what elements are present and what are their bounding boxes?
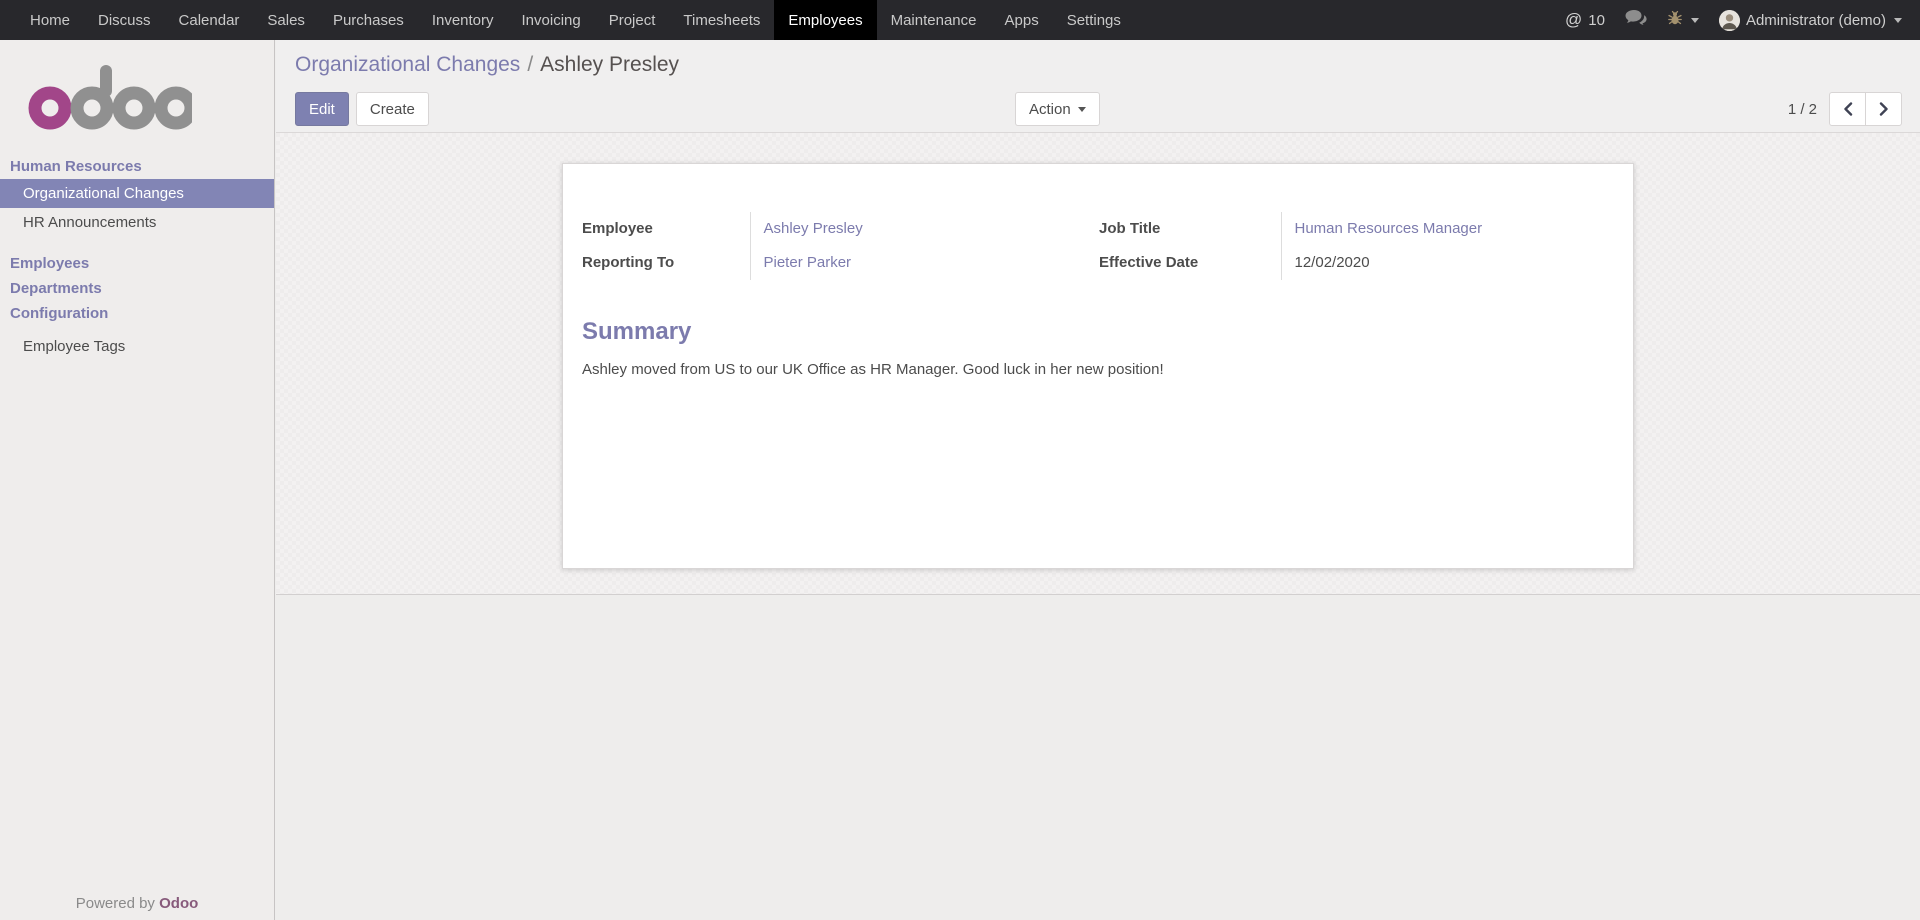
activity-menu[interactable]: @ 10: [1565, 10, 1605, 30]
bug-icon: [1667, 10, 1683, 30]
nav-inventory[interactable]: Inventory: [418, 0, 508, 40]
powered-by: Powered by Odoo: [0, 895, 274, 912]
sidebar-item-organizational-changes[interactable]: Organizational Changes: [0, 179, 274, 208]
summary-section-title: Summary: [582, 318, 1633, 346]
chevron-down-icon: [1691, 18, 1699, 23]
breadcrumb-parent-link[interactable]: Organizational Changes: [295, 53, 520, 76]
odoo-logo[interactable]: [28, 64, 192, 130]
field-label-employee: Employee: [582, 212, 750, 246]
odoo-brand-link[interactable]: Odoo: [159, 895, 198, 912]
chevron-right-icon: [1879, 102, 1889, 116]
nav-apps[interactable]: Apps: [991, 0, 1053, 40]
pager: 1 / 2: [1788, 92, 1902, 126]
field-row: Job Title Human Resources Manager: [1099, 212, 1616, 246]
field-row: Employee Ashley Presley: [582, 212, 1099, 246]
powered-by-text: Powered by: [76, 895, 155, 912]
debug-menu[interactable]: [1667, 10, 1699, 30]
control-panel: Organizational Changes / Ashley Presley Ed…: [276, 40, 1920, 133]
field-value-job-title: Human Resources Manager: [1281, 212, 1616, 246]
nav-maintenance[interactable]: Maintenance: [877, 0, 991, 40]
pager-next-button[interactable]: [1865, 92, 1902, 126]
field-value-effective-date: 12/02/2020: [1281, 246, 1616, 280]
field-group-right: Job Title Human Resources Manager Effect…: [1099, 212, 1616, 280]
job-title-link[interactable]: Human Resources Manager: [1295, 220, 1483, 237]
breadcrumb-separator: /: [527, 53, 533, 76]
field-group-left: Employee Ashley Presley Reporting To Pie…: [582, 212, 1099, 280]
chevron-down-icon: [1078, 107, 1086, 112]
breadcrumb: Organizational Changes / Ashley Presley: [295, 53, 1920, 77]
sidebar-heading-departments[interactable]: Departments: [0, 276, 274, 301]
activity-count: 10: [1588, 12, 1605, 29]
sidebar-heading-employees[interactable]: Employees: [0, 251, 274, 276]
user-menu[interactable]: Administrator (demo): [1719, 10, 1902, 31]
at-mention-icon: @: [1565, 10, 1582, 30]
messages-menu[interactable]: [1625, 10, 1647, 31]
nav-home[interactable]: Home: [16, 0, 84, 40]
field-grid: Employee Ashley Presley Reporting To Pie…: [582, 212, 1633, 280]
secondary-menu: Human Resources Organizational Changes H…: [0, 154, 274, 361]
breadcrumb-current: Ashley Presley: [540, 53, 679, 76]
nav-purchases[interactable]: Purchases: [319, 0, 418, 40]
chevron-left-icon: [1843, 102, 1853, 116]
topbar-right: @ 10: [1565, 0, 1920, 40]
form-buttons: Edit Create: [295, 92, 429, 126]
pager-counter: 1 / 2: [1788, 101, 1817, 118]
user-photo-avatar: [1719, 10, 1740, 31]
nav-invoicing[interactable]: Invoicing: [508, 0, 595, 40]
sidebar-item-hr-announcements[interactable]: HR Announcements: [0, 208, 274, 237]
pager-previous-button[interactable]: [1829, 92, 1866, 126]
nav-timesheets[interactable]: Timesheets: [669, 0, 774, 40]
field-value-reporting-to: Pieter Parker: [750, 246, 1099, 280]
sidebar: Human Resources Organizational Changes H…: [0, 40, 275, 920]
edit-button[interactable]: Edit: [295, 92, 349, 126]
nav-settings[interactable]: Settings: [1053, 0, 1135, 40]
summary-text: Ashley moved from US to our UK Office as…: [582, 361, 1633, 378]
field-value-employee: Ashley Presley: [750, 212, 1099, 246]
pager-buttons: [1829, 92, 1902, 126]
chevron-down-icon: [1894, 18, 1902, 23]
nav-employees[interactable]: Employees: [774, 0, 876, 40]
form-view: Employee Ashley Presley Reporting To Pie…: [276, 133, 1920, 595]
field-row: Effective Date 12/02/2020: [1099, 246, 1616, 280]
sidebar-heading-human-resources[interactable]: Human Resources: [0, 154, 274, 179]
main-content: Organizational Changes / Ashley Presley Ed…: [276, 40, 1920, 920]
chat-bubbles-icon: [1625, 10, 1647, 31]
app-menu: Home Discuss Calendar Sales Purchases In…: [0, 0, 1135, 40]
field-label-reporting-to: Reporting To: [582, 246, 750, 280]
action-dropdown-button[interactable]: Action: [1015, 92, 1100, 126]
reporting-to-link[interactable]: Pieter Parker: [764, 254, 852, 271]
sidebar-item-employee-tags[interactable]: Employee Tags: [0, 332, 274, 361]
field-label-effective-date: Effective Date: [1099, 246, 1281, 280]
field-row: Reporting To Pieter Parker: [582, 246, 1099, 280]
action-menu-wrap: Action: [1015, 92, 1100, 126]
nav-sales[interactable]: Sales: [253, 0, 319, 40]
form-sheet: Employee Ashley Presley Reporting To Pie…: [562, 163, 1634, 569]
nav-calendar[interactable]: Calendar: [165, 0, 254, 40]
nav-project[interactable]: Project: [595, 0, 670, 40]
employee-link[interactable]: Ashley Presley: [764, 220, 863, 237]
top-navbar: Home Discuss Calendar Sales Purchases In…: [0, 0, 1920, 40]
nav-discuss[interactable]: Discuss: [84, 0, 165, 40]
sidebar-heading-configuration[interactable]: Configuration: [0, 301, 274, 326]
field-label-job-title: Job Title: [1099, 212, 1281, 246]
action-label: Action: [1029, 101, 1071, 118]
divider: [0, 237, 274, 251]
create-button[interactable]: Create: [356, 92, 429, 126]
user-name: Administrator (demo): [1746, 12, 1886, 29]
